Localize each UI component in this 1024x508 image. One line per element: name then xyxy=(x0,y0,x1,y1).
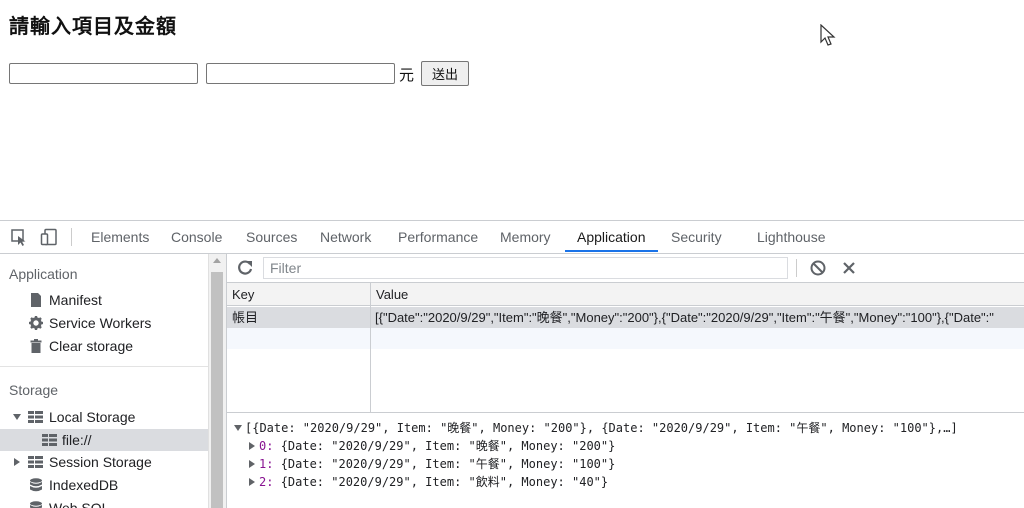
storage-grid-icon xyxy=(28,411,43,423)
triangle-right-icon[interactable] xyxy=(249,478,255,486)
sidebar-item-label: Clear storage xyxy=(49,338,134,354)
preview-entry[interactable]: 1: {Date: "2020/9/29", Item: "午餐", Money… xyxy=(249,455,615,473)
unit-label: 元 xyxy=(399,66,415,84)
storage-grid-icon xyxy=(42,434,57,446)
triangle-down-icon[interactable] xyxy=(234,425,242,431)
web-page: 請輸入項目及金額 元 送出 xyxy=(0,0,1024,220)
mouse-cursor-icon xyxy=(820,24,836,46)
sidebar-item-session-storage[interactable]: Session Storage xyxy=(13,451,203,473)
inspect-element-icon[interactable] xyxy=(10,228,28,246)
column-divider[interactable] xyxy=(370,283,371,412)
sidebar-item-file-origin[interactable]: file:// xyxy=(0,429,208,451)
value-preview: [{Date: "2020/9/29", Item: "晚餐", Money: … xyxy=(227,413,1024,508)
sidebar-item-clear-storage[interactable]: Clear storage xyxy=(29,335,199,357)
tab-performance[interactable]: Performance xyxy=(398,221,478,252)
sidebar-section-storage: Storage xyxy=(9,382,59,398)
clear-all-icon[interactable] xyxy=(809,259,827,277)
database-icon xyxy=(30,478,42,492)
chevron-right-icon[interactable] xyxy=(14,458,20,466)
local-storage-view: Key Value 帳目 [{"Date":"2020/9/29","Item"… xyxy=(226,254,1024,508)
devtools-panel: Elements Console Sources Network Perform… xyxy=(0,220,1024,508)
tab-sources[interactable]: Sources xyxy=(246,221,297,252)
entry-text: {Date: "2020/9/29", Item: "飲料", Money: "… xyxy=(280,475,609,489)
sidebar-item-label: Local Storage xyxy=(49,409,136,425)
page-heading: 請輸入項目及金額 xyxy=(9,14,177,38)
sidebar-item-indexeddb[interactable]: IndexedDB xyxy=(29,474,199,496)
devtools-tab-bar: Elements Console Sources Network Perform… xyxy=(0,221,1024,254)
tab-elements[interactable]: Elements xyxy=(91,221,149,252)
scrollbar-thumb[interactable] xyxy=(211,272,223,508)
trash-icon xyxy=(30,339,42,353)
preview-summary[interactable]: [{Date: "2020/9/29", Item: "晚餐", Money: … xyxy=(234,419,958,437)
tab-network[interactable]: Network xyxy=(320,221,371,252)
filter-input[interactable] xyxy=(263,257,788,279)
preview-entry[interactable]: 0: {Date: "2020/9/29", Item: "晚餐", Money… xyxy=(249,437,615,455)
tab-memory[interactable]: Memory xyxy=(500,221,551,252)
tab-console[interactable]: Console xyxy=(171,221,222,252)
chevron-down-icon[interactable] xyxy=(13,414,21,420)
tab-lighthouse[interactable]: Lighthouse xyxy=(757,221,826,252)
sidebar-item-label: Session Storage xyxy=(49,454,152,470)
document-icon xyxy=(31,293,41,307)
sidebar-item-label: IndexedDB xyxy=(49,477,119,493)
column-header-value[interactable]: Value xyxy=(371,283,1024,306)
amount-input[interactable] xyxy=(206,63,395,84)
triangle-right-icon[interactable] xyxy=(249,460,255,468)
close-icon[interactable] xyxy=(840,259,858,277)
storage-grid-icon xyxy=(28,456,43,468)
item-input[interactable] xyxy=(9,63,198,84)
column-header-key[interactable]: Key xyxy=(227,283,370,306)
submit-button[interactable]: 送出 xyxy=(421,61,469,86)
storage-table: Key Value 帳目 [{"Date":"2020/9/29","Item"… xyxy=(227,283,1024,413)
refresh-icon[interactable] xyxy=(236,259,254,277)
table-row[interactable]: 帳目 [{"Date":"2020/9/29","Item":"晚餐","Mon… xyxy=(227,307,1024,328)
device-toolbar-icon[interactable] xyxy=(40,228,58,246)
sidebar-scrollbar[interactable] xyxy=(208,254,226,508)
entry-text: {Date: "2020/9/29", Item: "晚餐", Money: "… xyxy=(280,439,616,453)
cell-value: [{"Date":"2020/9/29","Item":"晚餐","Money"… xyxy=(375,310,994,325)
sidebar-item-websql[interactable]: Web SQL xyxy=(29,497,199,508)
preview-summary-text: [{Date: "2020/9/29", Item: "晚餐", Money: … xyxy=(245,421,958,435)
sidebar-item-label: file:// xyxy=(62,432,92,448)
toolbar-separator xyxy=(796,259,797,277)
gear-icon xyxy=(29,316,43,330)
toolbar-separator xyxy=(71,228,72,246)
sidebar-item-label: Manifest xyxy=(49,292,102,308)
scroll-up-arrow-icon[interactable] xyxy=(213,258,221,263)
preview-entry[interactable]: 2: {Date: "2020/9/29", Item: "飲料", Money… xyxy=(249,473,608,491)
application-sidebar: Application Manifest Service Workers Cle… xyxy=(0,254,208,508)
sidebar-section-application: Application xyxy=(9,266,78,282)
sidebar-item-local-storage[interactable]: Local Storage xyxy=(13,406,203,428)
sidebar-divider xyxy=(0,366,208,367)
tab-security[interactable]: Security xyxy=(671,221,722,252)
table-row-empty[interactable] xyxy=(227,328,1024,349)
storage-toolbar xyxy=(227,254,1024,283)
cell-key: 帳目 xyxy=(232,310,259,325)
tab-application[interactable]: Application xyxy=(565,221,658,252)
triangle-right-icon[interactable] xyxy=(249,442,255,450)
sidebar-item-service-workers[interactable]: Service Workers xyxy=(29,312,199,334)
sidebar-item-label: Web SQL xyxy=(49,500,110,508)
sidebar-item-manifest[interactable]: Manifest xyxy=(29,289,199,311)
entry-text: {Date: "2020/9/29", Item: "午餐", Money: "… xyxy=(280,457,616,471)
sidebar-item-label: Service Workers xyxy=(49,315,152,331)
